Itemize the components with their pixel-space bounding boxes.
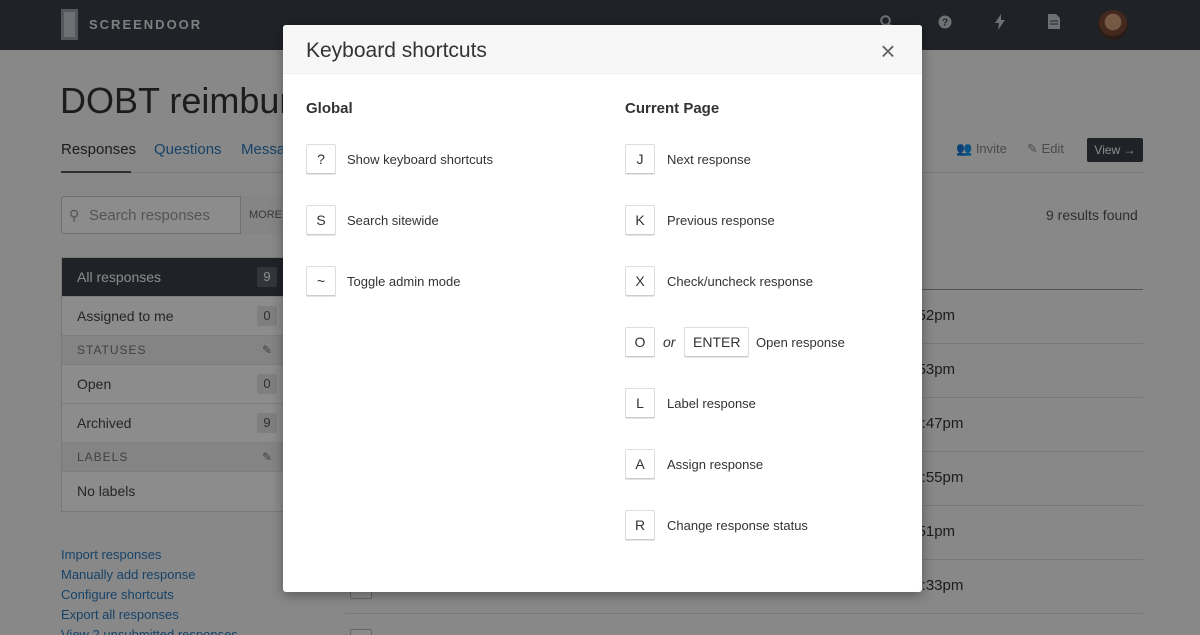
shortcut-description: Label response <box>667 396 756 411</box>
shortcut-key: K <box>625 205 655 235</box>
shortcut-key: L <box>625 388 655 418</box>
shortcut-key: ? <box>306 144 336 174</box>
close-icon[interactable]: × <box>876 38 900 64</box>
shortcut-description: Change response status <box>667 518 808 533</box>
shortcut-description: Next response <box>667 152 751 167</box>
current-page-section-title: Current Page <box>625 100 720 117</box>
shortcut-key: J <box>625 144 655 174</box>
shortcut-description: Assign response <box>667 457 764 472</box>
shortcut-key-alt: ENTER <box>684 327 750 357</box>
global-section-title: Global <box>306 100 353 117</box>
shortcut-key: X <box>625 266 655 296</box>
shortcut-description: Previous response <box>667 213 775 228</box>
shortcut-description: Check/uncheck response <box>667 274 813 289</box>
modal-title: Keyboard shortcuts <box>306 39 487 62</box>
keyboard-shortcuts-modal: Keyboard shortcuts × Global Current Page… <box>283 25 922 592</box>
shortcut-key: R <box>625 510 655 540</box>
shortcut-description: Toggle admin mode <box>347 274 461 289</box>
modal-header: Keyboard shortcuts × <box>283 25 922 74</box>
shortcut-description: Show keyboard shortcuts <box>347 152 493 167</box>
shortcut-key: O <box>625 327 655 357</box>
shortcut-description: Open response <box>756 335 845 350</box>
shortcut-key: A <box>625 449 655 479</box>
shortcut-key: ~ <box>306 266 336 296</box>
shortcut-or-separator: or <box>663 334 676 350</box>
shortcut-key: S <box>306 205 336 235</box>
shortcut-description: Search sitewide <box>347 213 439 228</box>
